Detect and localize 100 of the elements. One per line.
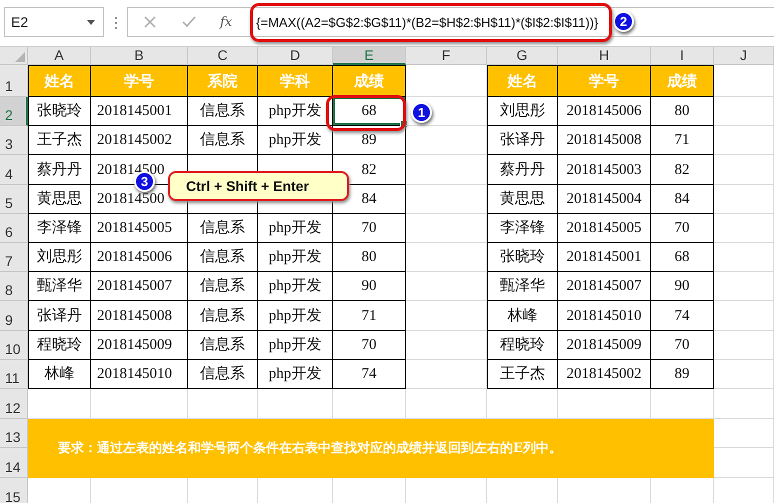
row-header[interactable]: 4 — [0, 155, 28, 185]
table-cell: 84 — [651, 184, 714, 214]
empty-cell[interactable]: 1 — [406, 97, 487, 126]
column-header[interactable]: I — [651, 47, 714, 65]
insert-function-button[interactable]: fx — [220, 14, 232, 30]
column-header[interactable]: J — [714, 47, 774, 65]
empty-cell[interactable] — [714, 97, 774, 126]
table-cell: 2018145006 — [558, 97, 651, 126]
column-header[interactable]: H — [558, 47, 651, 65]
table-cell: 信息系 — [188, 272, 258, 302]
empty-cell[interactable] — [406, 184, 487, 214]
row-header[interactable]: 8 — [0, 272, 28, 302]
empty-cell[interactable] — [714, 242, 774, 272]
table-cell: 林峰 — [28, 360, 91, 389]
header-cell: 学号 — [558, 65, 651, 97]
table-cell: 甄泽华 — [487, 272, 558, 302]
empty-cell[interactable] — [714, 388, 774, 419]
header-cell: 姓名 — [28, 65, 91, 97]
empty-cell[interactable] — [714, 214, 774, 243]
table-cell: 2018145007 — [91, 272, 188, 302]
row-header[interactable]: 2 — [0, 97, 28, 126]
step-callout: 1 — [411, 102, 432, 123]
empty-cell[interactable] — [714, 330, 774, 360]
row-header[interactable]: 3 — [0, 126, 28, 156]
column-header[interactable]: C — [188, 47, 258, 65]
row-header[interactable]: 14 — [0, 448, 28, 478]
empty-cell[interactable] — [406, 272, 487, 302]
column-header[interactable]: D — [258, 47, 333, 65]
empty-cell[interactable] — [406, 330, 487, 360]
empty-cell[interactable] — [406, 242, 487, 272]
empty-cell[interactable] — [714, 448, 774, 478]
table-cell: php开发 — [258, 360, 333, 389]
table-cell: 黄思思 — [28, 184, 91, 214]
table-cell: 程晓玲 — [487, 330, 558, 360]
table-cell: 2018145002 — [558, 360, 651, 389]
column-header[interactable]: B — [91, 47, 188, 65]
empty-cell[interactable] — [406, 126, 487, 156]
table-cell: 2018145006 — [91, 242, 188, 272]
caret-icon[interactable] — [87, 20, 95, 24]
table-cell: php开发 — [258, 126, 333, 156]
column-header[interactable]: G — [487, 47, 558, 65]
empty-cell[interactable] — [714, 184, 774, 214]
row-header[interactable]: 7 — [0, 242, 28, 272]
table-cell: 王子杰 — [487, 360, 558, 389]
row-header[interactable]: 11 — [0, 360, 28, 389]
table-cell: 李泽锋 — [487, 214, 558, 243]
table-cell: 80 — [651, 97, 714, 126]
table-cell: 2018145010 — [558, 301, 651, 330]
table-cell: 2018145001 — [558, 242, 651, 272]
row-header[interactable]: 12 — [0, 388, 28, 419]
table-cell: 2018145008 — [91, 301, 188, 330]
table-cell: 2018145003 — [558, 155, 651, 185]
table-cell: 2018145002 — [91, 126, 188, 156]
header-cell: 成绩 — [651, 65, 714, 97]
table-cell: 68 — [651, 242, 714, 272]
table-cell: 82 — [651, 155, 714, 185]
table-cell: 信息系 — [188, 97, 258, 126]
table-cell: 林峰 — [487, 301, 558, 330]
table-cell: 张译丹 — [487, 126, 558, 156]
table-cell: 70 — [333, 214, 406, 243]
check-icon[interactable] — [182, 16, 196, 28]
table-cell: php开发 — [258, 330, 333, 360]
table-cell: 2018145010 — [91, 360, 188, 389]
empty-cell[interactable] — [714, 301, 774, 330]
empty-cell[interactable] — [406, 155, 487, 185]
empty-cell[interactable] — [714, 126, 774, 156]
table-cell: php开发 — [258, 272, 333, 302]
formula-field[interactable]: {=MAX((A2=$G$2:$G$11)*(B2=$H$2:$H$11)*($I$2:$I$11))} — [256, 14, 598, 30]
table-cell: 黄思思 — [487, 184, 558, 214]
table-cell: 2018145009 — [91, 330, 188, 360]
name-box[interactable]: E2 — [4, 7, 104, 37]
empty-cell[interactable] — [714, 155, 774, 185]
table-cell: 74 — [333, 360, 406, 389]
empty-cell[interactable] — [406, 360, 487, 389]
row-header[interactable]: 5 — [0, 184, 28, 214]
table-cell: 68 — [333, 97, 406, 126]
row-header[interactable]: 13 — [0, 418, 28, 448]
select-all-icon[interactable] — [15, 52, 25, 62]
row-header[interactable]: 15 — [0, 478, 28, 503]
empty-cell[interactable] — [714, 272, 774, 302]
table-cell: php开发 — [258, 97, 333, 126]
row-header[interactable]: 1 — [0, 65, 28, 97]
column-header[interactable]: A — [28, 47, 91, 65]
table-cell: 2018145008 — [558, 126, 651, 156]
row-header[interactable]: 10 — [0, 330, 28, 360]
column-header[interactable]: E — [333, 47, 406, 65]
header-cell: 系院 — [188, 65, 258, 97]
empty-cell[interactable] — [406, 301, 487, 330]
table-cell: 蔡丹丹 — [487, 155, 558, 185]
table-cell: 2018145004 — [558, 184, 651, 214]
table-cell: 90 — [333, 272, 406, 302]
header-cell: 学号 — [91, 65, 188, 97]
row-header[interactable]: 9 — [0, 301, 28, 330]
empty-cell[interactable] — [714, 360, 774, 389]
empty-cell[interactable] — [714, 418, 774, 448]
empty-cell[interactable] — [406, 214, 487, 243]
row-header[interactable]: 6 — [0, 214, 28, 243]
column-header[interactable]: F — [406, 47, 487, 65]
cancel-icon[interactable] — [144, 16, 156, 28]
table-cell: 信息系 — [188, 242, 258, 272]
